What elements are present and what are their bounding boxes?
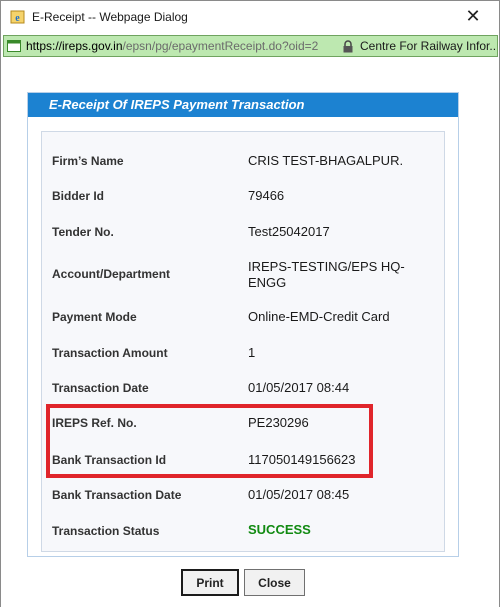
bank-transaction-date-label: Bank Transaction Date xyxy=(52,488,182,502)
firm-name-value: CRIS TEST-BHAGALPUR. xyxy=(248,153,404,168)
close-icon: ✕ xyxy=(465,5,481,26)
account-department-label: Account/Department xyxy=(52,267,171,281)
receipt-title: E-Receipt Of IREPS Payment Transaction xyxy=(49,97,305,112)
tender-no-label: Tender No. xyxy=(52,225,114,239)
tender-no-value: Test25042017 xyxy=(248,224,330,239)
receipt-header: E-Receipt Of IREPS Payment Transaction xyxy=(28,93,458,117)
highlight-box xyxy=(46,404,373,478)
title-bar: e E-Receipt -- Webpage Dialog ✕ xyxy=(1,1,499,33)
bidder-id-value: 79466 xyxy=(248,188,285,203)
url-text: https://ireps.gov.in/epsn/pg/epaymentRec… xyxy=(26,39,341,53)
page-content: E-Receipt Of IREPS Payment Transaction F… xyxy=(1,59,499,608)
transaction-date-value: 01/05/2017 08:44 xyxy=(248,380,350,395)
lock-icon xyxy=(342,40,354,53)
print-button[interactable]: Print xyxy=(181,569,239,596)
account-department-value: IREPS-TESTING/EPS HQ-ENGG xyxy=(248,259,405,290)
window-title: E-Receipt -- Webpage Dialog xyxy=(32,10,188,24)
internet-explorer-icon: e xyxy=(10,9,26,25)
transaction-date-label: Transaction Date xyxy=(52,381,149,395)
payment-mode-value: Online-EMD-Credit Card xyxy=(248,309,390,324)
address-bar: https://ireps.gov.in/epsn/pg/epaymentRec… xyxy=(3,35,498,57)
bidder-id-label: Bidder Id xyxy=(52,189,105,203)
transaction-amount-value: 1 xyxy=(248,345,256,360)
svg-text:e: e xyxy=(15,13,20,24)
transaction-status-label: Transaction Status xyxy=(52,524,160,538)
close-button[interactable]: Close xyxy=(244,569,305,596)
firm-name-label: Firm’s Name xyxy=(52,154,124,168)
receipt-details: Firm’s Name CRIS TEST-BHAGALPUR. Bidder … xyxy=(41,131,445,552)
payment-mode-label: Payment Mode xyxy=(52,310,137,324)
receipt-panel: E-Receipt Of IREPS Payment Transaction F… xyxy=(27,92,459,557)
page-icon xyxy=(7,39,21,53)
transaction-amount-label: Transaction Amount xyxy=(52,346,168,360)
window-close-button[interactable]: ✕ xyxy=(447,1,499,31)
site-identity: Centre For Railway Infor... xyxy=(360,39,496,53)
bank-transaction-date-value: 01/05/2017 08:45 xyxy=(248,487,350,502)
transaction-status-value: SUCCESS xyxy=(248,522,311,537)
dialog-window: e E-Receipt -- Webpage Dialog ✕ https://… xyxy=(0,0,500,608)
url-path: /epsn/pg/epaymentReceipt.do?oid=2 xyxy=(122,39,319,53)
url-host: https://ireps.gov.in xyxy=(26,39,123,53)
